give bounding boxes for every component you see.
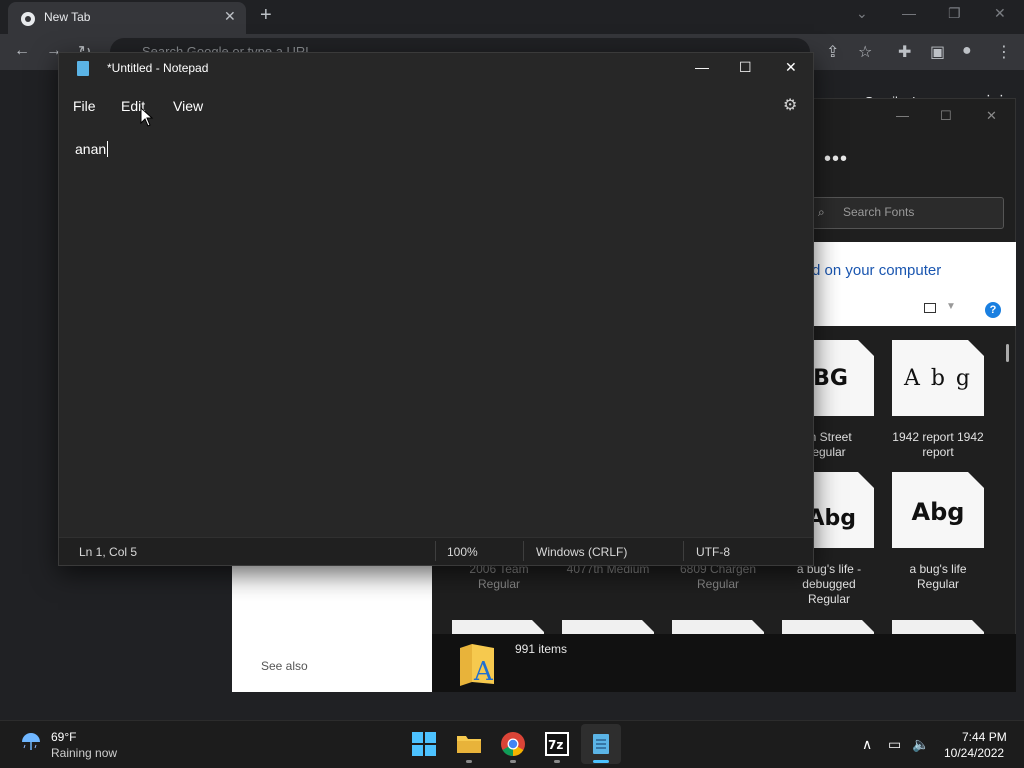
chrome-logo-icon <box>21 12 35 26</box>
cursor-position: Ln 1, Col 5 <box>79 545 138 559</box>
menu-file[interactable]: File <box>73 98 96 114</box>
mouse-pointer-icon <box>140 107 154 127</box>
clock-time[interactable]: 7:44 PM <box>962 730 1007 744</box>
notepad-window: *Untitled - Notepad — ☐ ✕ File Edit View… <box>58 52 814 566</box>
chrome-menu-icon[interactable]: ⋮ <box>996 42 1012 62</box>
running-indicator <box>554 760 560 763</box>
tab-close-icon[interactable]: ✕ <box>224 8 236 25</box>
back-icon[interactable]: ← <box>14 42 30 60</box>
status-divider <box>683 541 684 561</box>
network-icon[interactable]: ▭ <box>888 736 901 753</box>
line-endings: Windows (CRLF) <box>536 545 628 559</box>
notepad-icon <box>77 61 89 76</box>
items-count: 991 items <box>515 642 568 656</box>
volume-icon[interactable]: 🔈 <box>912 736 929 753</box>
fonts-minimize-button[interactable]: — <box>896 108 909 123</box>
chrome-tab-new-tab[interactable]: New Tab ✕ <box>8 2 246 34</box>
settings-gear-icon[interactable]: ⚙ <box>783 95 797 115</box>
view-dropdown-icon[interactable]: ▼ <box>946 301 956 312</box>
notepad-taskbar-icon[interactable] <box>588 731 614 757</box>
text-caret <box>107 141 109 157</box>
notepad-close-button[interactable]: ✕ <box>785 59 797 76</box>
font-tile[interactable] <box>452 620 544 634</box>
fonts-folder-icon: A <box>460 644 494 686</box>
fonts-close-button[interactable]: ✕ <box>986 108 997 124</box>
weather-condition[interactable]: Raining now <box>51 746 117 760</box>
fonts-scrollbar[interactable] <box>1006 344 1009 362</box>
tab-search-icon[interactable]: ⌄ <box>856 5 868 22</box>
font-tile[interactable] <box>562 620 654 634</box>
side-panel-icon[interactable]: ▣ <box>930 42 945 62</box>
file-explorer-icon[interactable] <box>456 731 482 757</box>
font-tile-label: 6809 Chargen Regular <box>679 562 757 591</box>
editor-text[interactable]: anan <box>75 141 109 157</box>
chrome-close-button[interactable]: ✕ <box>994 5 1006 22</box>
font-tile[interactable] <box>892 620 984 634</box>
font-tile[interactable]: A b g <box>892 340 984 416</box>
status-divider <box>523 541 524 561</box>
more-options-icon[interactable]: ••• <box>824 148 848 171</box>
svg-text:A: A <box>473 657 494 686</box>
font-tile-label: a bug's life - debugged Regular <box>796 562 862 606</box>
zoom-level: 100% <box>447 545 478 559</box>
see-also-label: See also <box>261 659 308 673</box>
notepad-minimize-button[interactable]: — <box>695 59 709 75</box>
chrome-taskbar-icon[interactable] <box>500 731 526 757</box>
help-icon[interactable]: ? <box>985 302 1001 318</box>
editor-content: anan <box>75 141 107 157</box>
fonts-search-input[interactable]: Search Fonts <box>843 205 914 219</box>
svg-text:7z: 7z <box>548 738 563 752</box>
font-tile-label: 1942 report 1942 report <box>892 430 984 459</box>
active-indicator <box>593 760 609 763</box>
extensions-icon[interactable]: ✚ <box>898 42 911 62</box>
font-tile[interactable] <box>672 620 764 634</box>
weather-temperature[interactable]: 69°F <box>51 730 76 744</box>
bookmark-star-icon[interactable]: ☆ <box>858 42 872 62</box>
profile-icon[interactable]: ● <box>962 42 972 60</box>
notepad-title: *Untitled - Notepad <box>107 61 209 75</box>
status-divider <box>435 541 436 561</box>
running-indicator <box>510 760 516 763</box>
view-mode-icon[interactable] <box>924 303 936 313</box>
text-editor-area[interactable] <box>59 125 813 537</box>
notepad-maximize-button[interactable]: ☐ <box>739 59 752 76</box>
font-tile[interactable] <box>782 620 874 634</box>
show-hidden-icons-chevron-icon[interactable]: ∧ <box>862 736 872 753</box>
weather-rain-icon[interactable] <box>20 731 42 753</box>
seven-zip-icon[interactable]: 7z <box>544 731 570 757</box>
search-icon: ⌕ <box>818 205 825 219</box>
font-sample: Abg <box>911 498 965 526</box>
fonts-maximize-button[interactable]: ☐ <box>940 108 952 124</box>
font-tile-label: a bug's life Regular <box>909 562 967 591</box>
menu-view[interactable]: View <box>173 98 203 114</box>
clock-date[interactable]: 10/24/2022 <box>944 746 1004 760</box>
font-tile[interactable]: Abg <box>892 472 984 548</box>
new-tab-button[interactable]: + <box>260 4 272 27</box>
start-windows-icon[interactable] <box>411 731 437 757</box>
font-tile-label: 2006 Team Regular <box>469 562 529 591</box>
chrome-minimize-button[interactable]: — <box>902 5 916 21</box>
chrome-restore-button[interactable]: ❐ <box>948 5 961 22</box>
notepad-status-bar: Ln 1, Col 5 100% Windows (CRLF) UTF-8 <box>59 537 813 565</box>
fonts-heading: d on your computer <box>812 262 942 279</box>
encoding: UTF-8 <box>696 545 730 559</box>
font-sample: A b g <box>903 366 973 391</box>
tab-title: New Tab <box>44 10 91 24</box>
share-icon[interactable]: ⇪ <box>826 42 839 62</box>
running-indicator <box>466 760 472 763</box>
